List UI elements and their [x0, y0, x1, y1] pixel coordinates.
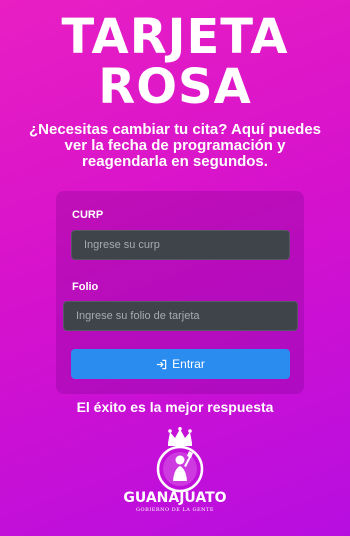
login-icon	[156, 359, 167, 370]
folio-input[interactable]	[63, 301, 298, 331]
curp-label: CURP	[72, 209, 104, 221]
motto-text: El éxito es la mejor respuesta	[76, 399, 274, 415]
page-title-line2: ROSA	[98, 59, 252, 115]
submit-button-label: Entrar	[172, 357, 205, 371]
logo-name: GUANAJUATO	[123, 490, 227, 506]
page-title-line1: TARJETA	[61, 9, 289, 65]
curp-input[interactable]	[71, 230, 290, 260]
logo-subtitle: GOBIERNO DE LA GENTE	[136, 507, 214, 513]
page-subtitle: ¿Necesitas cambiar tu cita? Aquí puedes …	[28, 121, 322, 170]
folio-label: Folio	[72, 281, 99, 293]
submit-button[interactable]: Entrar	[71, 349, 290, 379]
